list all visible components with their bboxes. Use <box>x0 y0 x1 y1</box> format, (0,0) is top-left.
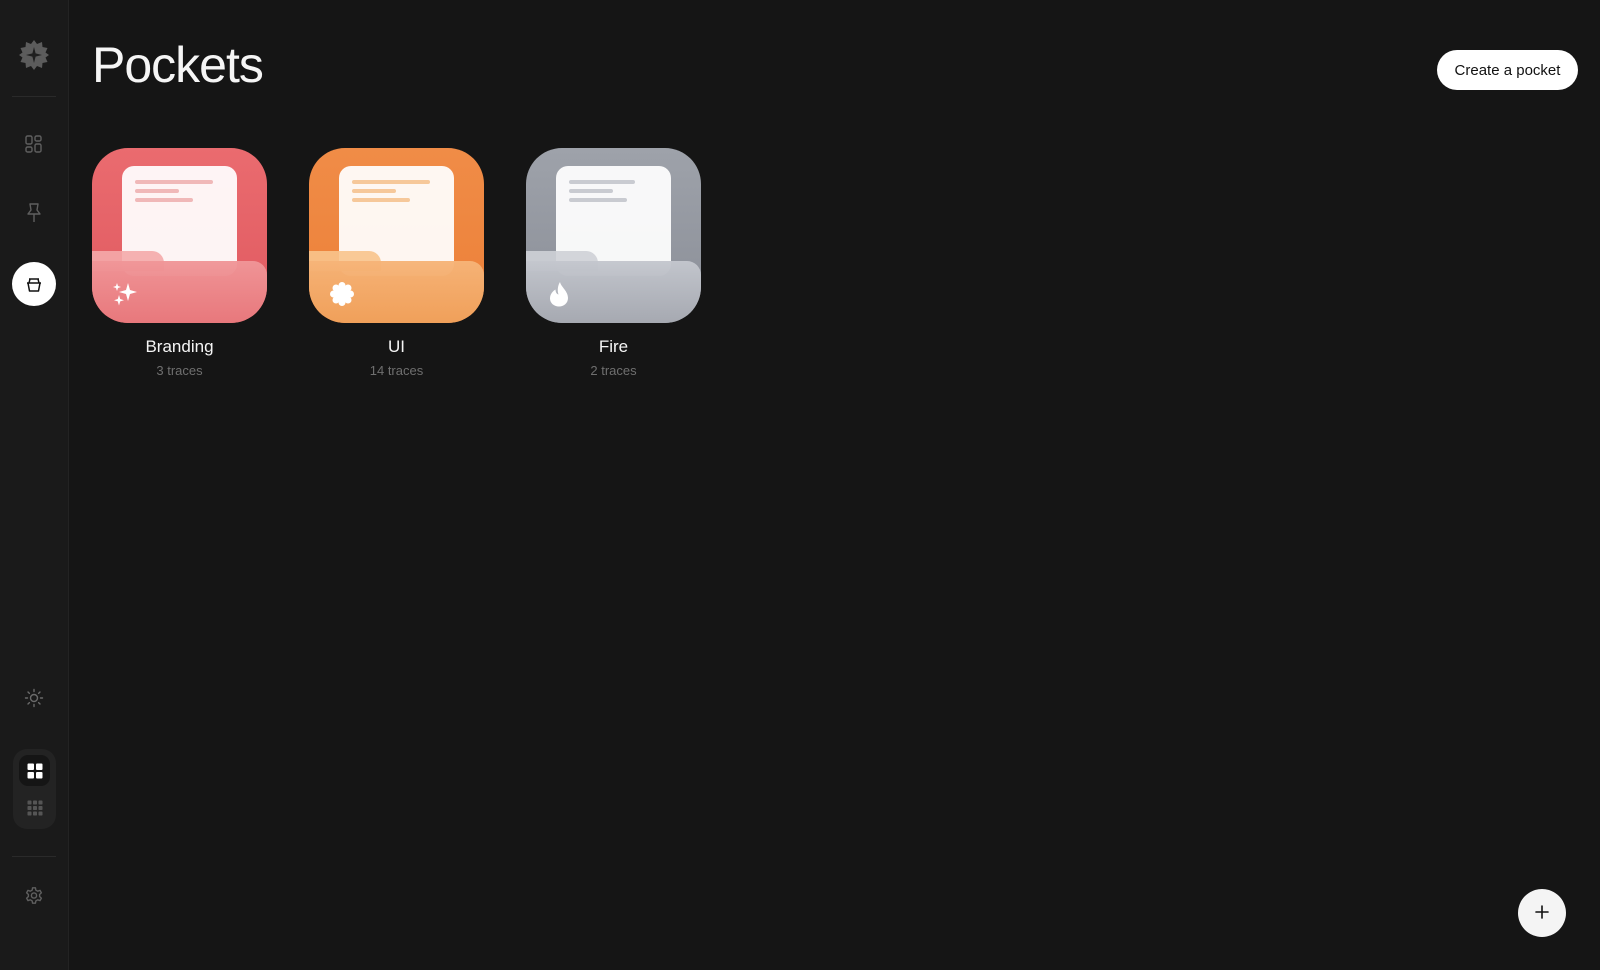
pocket-name: UI <box>388 337 405 356</box>
view-toggle <box>13 749 56 829</box>
pocket-card-branding[interactable]: Branding 3 traces <box>92 148 267 378</box>
dense-grid-view-icon[interactable] <box>19 792 50 823</box>
page-title: Pockets <box>92 37 264 93</box>
pocket-tile[interactable] <box>526 148 701 323</box>
grid-view-icon[interactable] <box>19 755 50 786</box>
flame-icon <box>544 279 574 309</box>
grid-cards-icon[interactable] <box>21 131 47 157</box>
pocket-card-fire[interactable]: Fire 2 traces <box>526 148 701 378</box>
sidebar-divider <box>12 856 56 857</box>
pocket-card-ui[interactable]: UI 14 traces <box>309 148 484 378</box>
pocket-trace-count: 14 traces <box>369 363 424 378</box>
pocket-tile[interactable] <box>309 148 484 323</box>
plus-icon <box>1534 904 1550 923</box>
flower-icon <box>327 279 357 309</box>
pocket-trace-count: 2 traces <box>590 363 637 378</box>
add-button[interactable] <box>1518 889 1566 937</box>
create-pocket-button[interactable]: Create a pocket <box>1437 50 1578 90</box>
gear-icon[interactable] <box>22 884 46 908</box>
pocket-trace-count: 3 traces <box>156 363 203 378</box>
sun-icon[interactable] <box>22 686 46 710</box>
logo-icon[interactable] <box>17 38 51 72</box>
pocket-name: Branding <box>145 337 214 356</box>
sidebar-divider <box>12 96 56 97</box>
pin-icon[interactable] <box>21 200 47 226</box>
pocket-tile[interactable] <box>92 148 267 323</box>
pot-icon[interactable] <box>12 262 56 306</box>
sidebar <box>0 0 69 970</box>
sparkles-icon <box>110 279 140 309</box>
pocket-name: Fire <box>598 337 629 356</box>
